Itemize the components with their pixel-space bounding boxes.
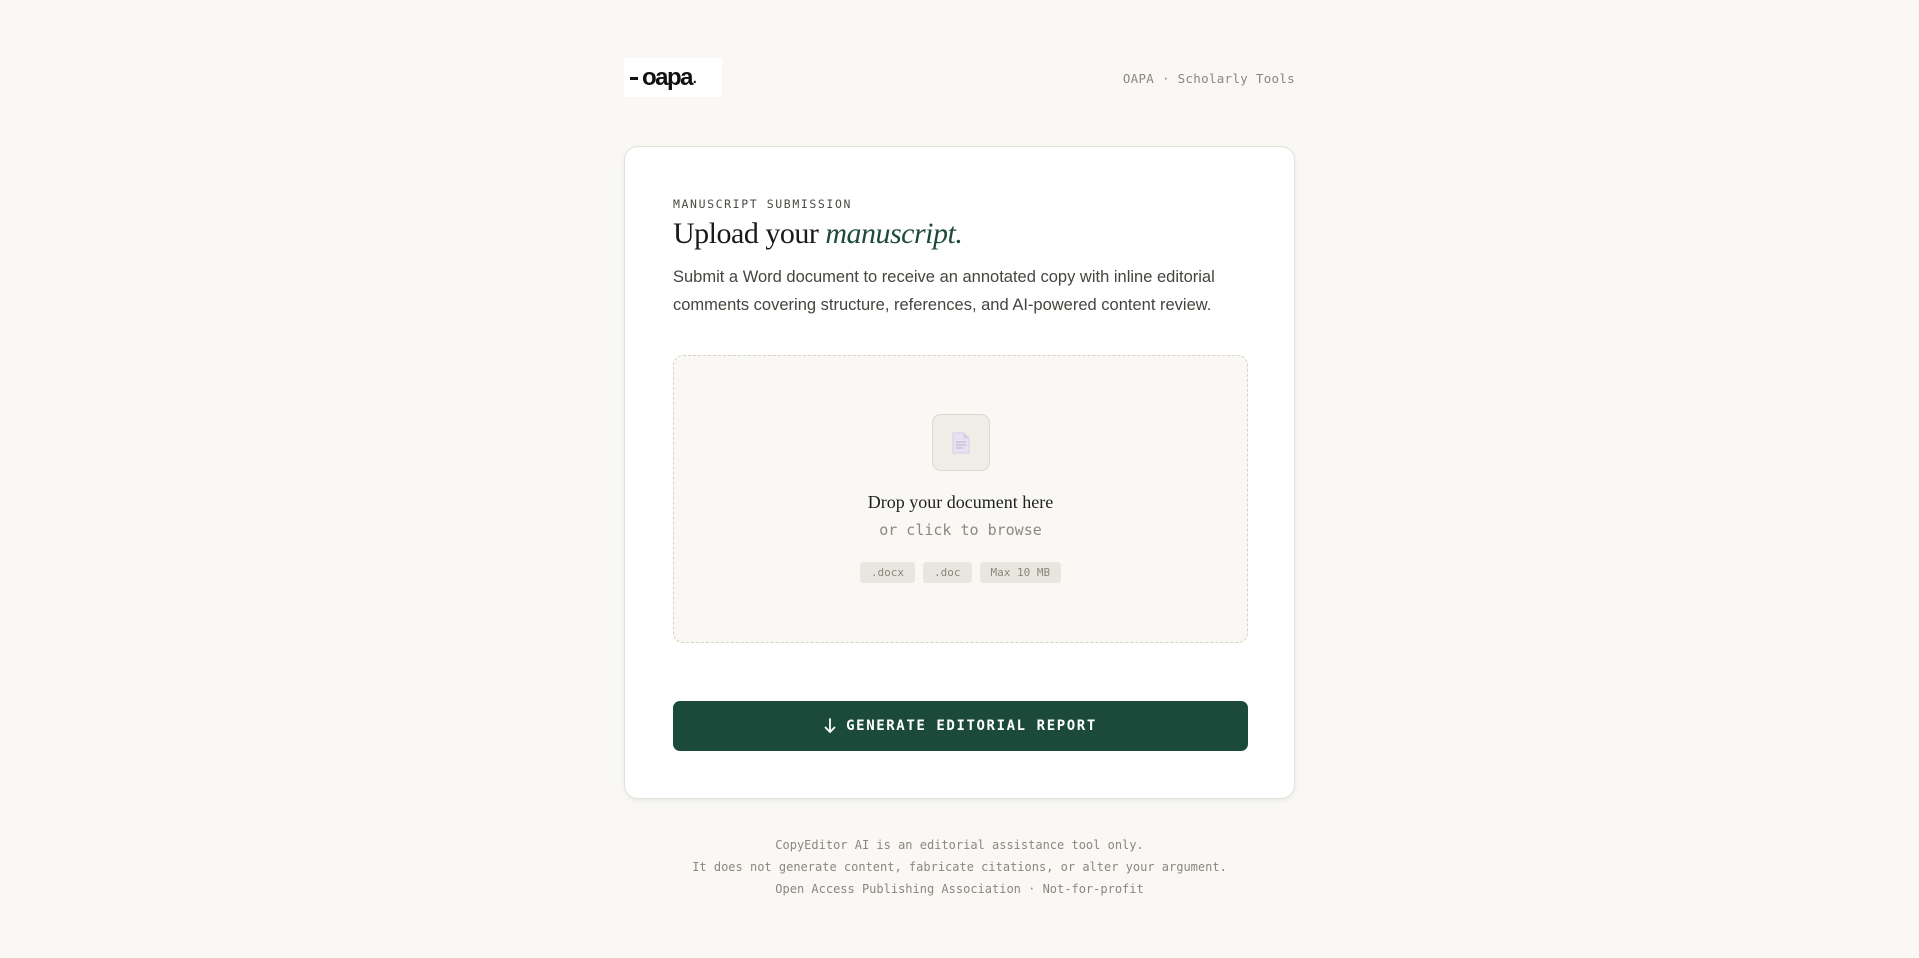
- header-tagline: OAPA · Scholarly Tools: [1122, 71, 1295, 86]
- title-accent: manuscript.: [825, 217, 963, 250]
- chip-max-size: Max 10 MB: [979, 562, 1062, 583]
- file-dropzone[interactable]: Drop your document here or click to brow…: [673, 355, 1248, 643]
- dropzone-title: Drop your document here: [867, 492, 1054, 512]
- upload-card: MANUSCRIPT SUBMISSION Upload your manusc…: [624, 146, 1295, 799]
- page-description: Submit a Word document to receive an ann…: [673, 268, 1215, 314]
- file-type-chips: .docx .doc Max 10 MB: [674, 562, 1247, 583]
- oapa-logo[interactable]: oapa .: [624, 58, 722, 97]
- page: oapa . OAPA · Scholarly Tools MANUSCRIPT…: [0, 0, 1919, 958]
- section-eyebrow: MANUSCRIPT SUBMISSION: [673, 197, 852, 211]
- title-prefix: Upload your: [673, 217, 819, 250]
- page-footer: CopyEditor AI is an editorial assistance…: [0, 834, 1919, 900]
- site-header: oapa . OAPA · Scholarly Tools: [624, 58, 1295, 98]
- page-title: Upload your manuscript.: [673, 217, 963, 251]
- footer-line-3: Open Access Publishing Association · Not…: [775, 882, 1144, 896]
- generate-report-label: GENERATE EDITORIAL REPORT: [846, 718, 1097, 734]
- footer-line-1: CopyEditor AI is an editorial assistance…: [775, 838, 1144, 852]
- footer-line-2: It does not generate content, fabricate …: [692, 860, 1227, 874]
- chip-docx: .docx: [859, 562, 915, 583]
- arrow-down-icon: [824, 718, 836, 733]
- generate-report-button[interactable]: GENERATE EDITORIAL REPORT: [673, 701, 1248, 751]
- document-icon: [932, 414, 990, 471]
- document-icon-glyph: [952, 432, 970, 453]
- chip-doc: .doc: [923, 562, 972, 583]
- logo-text: oapa: [642, 63, 694, 91]
- logo-dash: [630, 77, 638, 80]
- logo-dot: .: [692, 66, 698, 88]
- browse-link[interactable]: or click to browse: [674, 521, 1247, 539]
